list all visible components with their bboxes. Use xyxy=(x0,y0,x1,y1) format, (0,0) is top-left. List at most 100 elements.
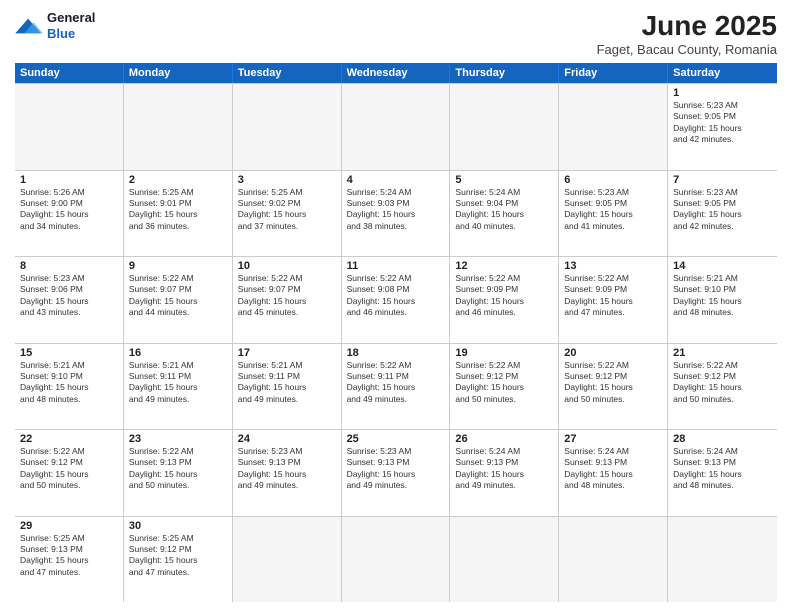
day-number: 17 xyxy=(238,347,336,359)
table-row: 20Sunrise: 5:22 AM Sunset: 9:12 PM Dayli… xyxy=(559,344,668,430)
table-row: 7Sunrise: 5:23 AM Sunset: 9:05 PM Daylig… xyxy=(668,171,777,257)
cell-daylight-info: Sunrise: 5:22 AM Sunset: 9:13 PM Dayligh… xyxy=(129,446,227,492)
cell-daylight-info: Sunrise: 5:23 AM Sunset: 9:13 PM Dayligh… xyxy=(238,446,336,492)
day-number: 29 xyxy=(20,520,118,532)
cell-daylight-info: Sunrise: 5:22 AM Sunset: 9:09 PM Dayligh… xyxy=(564,273,662,319)
cell-daylight-info: Sunrise: 5:21 AM Sunset: 9:11 PM Dayligh… xyxy=(238,360,336,406)
day-number: 22 xyxy=(20,433,118,445)
table-row xyxy=(233,517,342,603)
cell-daylight-info: Sunrise: 5:24 AM Sunset: 9:13 PM Dayligh… xyxy=(564,446,662,492)
header: General Blue June 2025 Faget, Bacau Coun… xyxy=(15,10,777,57)
day-number: 9 xyxy=(129,260,227,272)
week-row-4: 22Sunrise: 5:22 AM Sunset: 9:12 PM Dayli… xyxy=(15,430,777,517)
table-row xyxy=(342,517,451,603)
table-row xyxy=(450,517,559,603)
day-number: 18 xyxy=(347,347,445,359)
location-subtitle: Faget, Bacau County, Romania xyxy=(597,42,777,57)
table-row: 27Sunrise: 5:24 AM Sunset: 9:13 PM Dayli… xyxy=(559,430,668,516)
table-row: 22Sunrise: 5:22 AM Sunset: 9:12 PM Dayli… xyxy=(15,430,124,516)
table-row: 29Sunrise: 5:25 AM Sunset: 9:13 PM Dayli… xyxy=(15,517,124,603)
logo-icon xyxy=(15,15,43,37)
day-number: 24 xyxy=(238,433,336,445)
table-row: 18Sunrise: 5:22 AM Sunset: 9:11 PM Dayli… xyxy=(342,344,451,430)
table-row: 23Sunrise: 5:22 AM Sunset: 9:13 PM Dayli… xyxy=(124,430,233,516)
calendar-body: 1Sunrise: 5:23 AM Sunset: 9:05 PM Daylig… xyxy=(15,83,777,602)
cell-daylight-info: Sunrise: 5:22 AM Sunset: 9:12 PM Dayligh… xyxy=(20,446,118,492)
cell-daylight-info: Sunrise: 5:22 AM Sunset: 9:12 PM Dayligh… xyxy=(455,360,553,406)
table-row: 21Sunrise: 5:22 AM Sunset: 9:12 PM Dayli… xyxy=(668,344,777,430)
table-row: 17Sunrise: 5:21 AM Sunset: 9:11 PM Dayli… xyxy=(233,344,342,430)
cell-daylight-info: Sunrise: 5:23 AM Sunset: 9:05 PM Dayligh… xyxy=(673,100,772,146)
table-row: 6Sunrise: 5:23 AM Sunset: 9:05 PM Daylig… xyxy=(559,171,668,257)
table-row: 30Sunrise: 5:25 AM Sunset: 9:12 PM Dayli… xyxy=(124,517,233,603)
header-wednesday: Wednesday xyxy=(342,63,451,83)
cell-daylight-info: Sunrise: 5:24 AM Sunset: 9:13 PM Dayligh… xyxy=(673,446,772,492)
cell-daylight-info: Sunrise: 5:24 AM Sunset: 9:03 PM Dayligh… xyxy=(347,187,445,233)
header-saturday: Saturday xyxy=(668,63,777,83)
table-row: 5Sunrise: 5:24 AM Sunset: 9:04 PM Daylig… xyxy=(450,171,559,257)
table-row: 8Sunrise: 5:23 AM Sunset: 9:06 PM Daylig… xyxy=(15,257,124,343)
table-row: 19Sunrise: 5:22 AM Sunset: 9:12 PM Dayli… xyxy=(450,344,559,430)
table-row: 25Sunrise: 5:23 AM Sunset: 9:13 PM Dayli… xyxy=(342,430,451,516)
day-number: 2 xyxy=(129,174,227,186)
cell-daylight-info: Sunrise: 5:22 AM Sunset: 9:07 PM Dayligh… xyxy=(238,273,336,319)
cell-daylight-info: Sunrise: 5:23 AM Sunset: 9:05 PM Dayligh… xyxy=(673,187,772,233)
day-number: 11 xyxy=(347,260,445,272)
week-row-0: 1Sunrise: 5:23 AM Sunset: 9:05 PM Daylig… xyxy=(15,84,777,171)
day-number: 15 xyxy=(20,347,118,359)
logo-text: General Blue xyxy=(47,10,95,41)
page: General Blue June 2025 Faget, Bacau Coun… xyxy=(0,0,792,612)
table-row: 10Sunrise: 5:22 AM Sunset: 9:07 PM Dayli… xyxy=(233,257,342,343)
week-row-1: 1Sunrise: 5:26 AM Sunset: 9:00 PM Daylig… xyxy=(15,171,777,258)
table-row: 16Sunrise: 5:21 AM Sunset: 9:11 PM Dayli… xyxy=(124,344,233,430)
cell-daylight-info: Sunrise: 5:24 AM Sunset: 9:04 PM Dayligh… xyxy=(455,187,553,233)
day-number: 16 xyxy=(129,347,227,359)
month-title: June 2025 xyxy=(597,10,777,42)
table-row xyxy=(450,84,559,170)
day-number: 27 xyxy=(564,433,662,445)
day-number: 30 xyxy=(129,520,227,532)
day-number: 1 xyxy=(673,87,772,99)
table-row: 1Sunrise: 5:26 AM Sunset: 9:00 PM Daylig… xyxy=(15,171,124,257)
table-row xyxy=(559,84,668,170)
day-number: 26 xyxy=(455,433,553,445)
day-number: 12 xyxy=(455,260,553,272)
day-number: 20 xyxy=(564,347,662,359)
cell-daylight-info: Sunrise: 5:26 AM Sunset: 9:00 PM Dayligh… xyxy=(20,187,118,233)
day-number: 14 xyxy=(673,260,772,272)
table-row: 13Sunrise: 5:22 AM Sunset: 9:09 PM Dayli… xyxy=(559,257,668,343)
table-row: 2Sunrise: 5:25 AM Sunset: 9:01 PM Daylig… xyxy=(124,171,233,257)
cell-daylight-info: Sunrise: 5:25 AM Sunset: 9:01 PM Dayligh… xyxy=(129,187,227,233)
calendar-header: Sunday Monday Tuesday Wednesday Thursday… xyxy=(15,63,777,83)
table-row: 11Sunrise: 5:22 AM Sunset: 9:08 PM Dayli… xyxy=(342,257,451,343)
cell-daylight-info: Sunrise: 5:24 AM Sunset: 9:13 PM Dayligh… xyxy=(455,446,553,492)
table-row: 26Sunrise: 5:24 AM Sunset: 9:13 PM Dayli… xyxy=(450,430,559,516)
day-number: 21 xyxy=(673,347,772,359)
table-row: 3Sunrise: 5:25 AM Sunset: 9:02 PM Daylig… xyxy=(233,171,342,257)
table-row: 1Sunrise: 5:23 AM Sunset: 9:05 PM Daylig… xyxy=(668,84,777,170)
table-row: 9Sunrise: 5:22 AM Sunset: 9:07 PM Daylig… xyxy=(124,257,233,343)
day-number: 19 xyxy=(455,347,553,359)
day-number: 8 xyxy=(20,260,118,272)
week-row-5: 29Sunrise: 5:25 AM Sunset: 9:13 PM Dayli… xyxy=(15,517,777,603)
table-row: 12Sunrise: 5:22 AM Sunset: 9:09 PM Dayli… xyxy=(450,257,559,343)
table-row xyxy=(15,84,124,170)
table-row xyxy=(124,84,233,170)
day-number: 6 xyxy=(564,174,662,186)
cell-daylight-info: Sunrise: 5:21 AM Sunset: 9:10 PM Dayligh… xyxy=(20,360,118,406)
table-row: 28Sunrise: 5:24 AM Sunset: 9:13 PM Dayli… xyxy=(668,430,777,516)
cell-daylight-info: Sunrise: 5:22 AM Sunset: 9:09 PM Dayligh… xyxy=(455,273,553,319)
table-row: 4Sunrise: 5:24 AM Sunset: 9:03 PM Daylig… xyxy=(342,171,451,257)
day-number: 23 xyxy=(129,433,227,445)
day-number: 25 xyxy=(347,433,445,445)
day-number: 10 xyxy=(238,260,336,272)
cell-daylight-info: Sunrise: 5:21 AM Sunset: 9:10 PM Dayligh… xyxy=(673,273,772,319)
day-number: 4 xyxy=(347,174,445,186)
cell-daylight-info: Sunrise: 5:25 AM Sunset: 9:13 PM Dayligh… xyxy=(20,533,118,579)
logo: General Blue xyxy=(15,10,95,41)
table-row xyxy=(233,84,342,170)
title-block: June 2025 Faget, Bacau County, Romania xyxy=(597,10,777,57)
day-number: 3 xyxy=(238,174,336,186)
table-row xyxy=(559,517,668,603)
table-row: 15Sunrise: 5:21 AM Sunset: 9:10 PM Dayli… xyxy=(15,344,124,430)
